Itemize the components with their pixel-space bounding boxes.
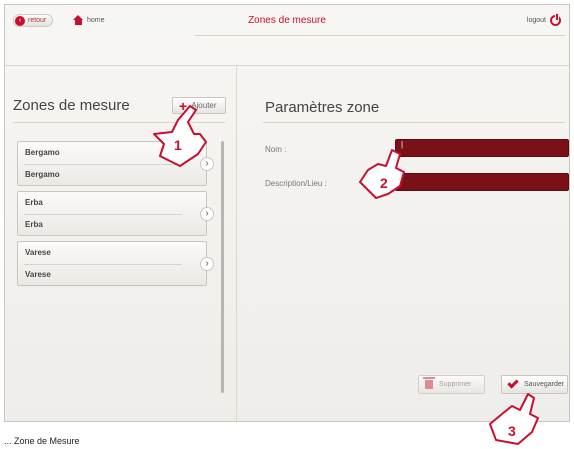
zone-separator	[24, 264, 182, 265]
zone-params-title: Paramètres zone	[265, 99, 380, 116]
callout-number-2: 2	[380, 175, 388, 191]
zone-description: Varese	[25, 270, 51, 279]
power-icon	[550, 13, 561, 26]
name-label: Nom :	[265, 145, 287, 154]
zone-separator	[24, 214, 182, 215]
chevron-right-icon[interactable]: ›	[200, 257, 214, 271]
top-bar: ‹ retour home Zones de mesure logout	[5, 5, 569, 35]
right-header-line	[263, 122, 565, 123]
name-field[interactable]: |	[395, 139, 569, 157]
zone-name: Erba	[25, 198, 43, 207]
header-divider	[195, 35, 565, 36]
scrollbar[interactable]	[221, 141, 224, 393]
logout-button[interactable]: logout	[526, 13, 561, 26]
zones-title: Zones de mesure	[13, 97, 130, 114]
callout-hand-3: 3	[489, 393, 539, 445]
description-field[interactable]	[395, 173, 569, 191]
footer-caption: ... Zone de Mesure	[4, 436, 80, 446]
delete-label: Supprimer	[439, 381, 472, 388]
delete-button[interactable]: Supprimer	[418, 375, 485, 394]
callout-hand-2: 2	[359, 149, 405, 199]
zone-name: Varese	[25, 248, 51, 257]
page-title: Zones de mesure	[248, 15, 326, 26]
zone-description: Erba	[25, 220, 43, 229]
section-divider	[5, 65, 569, 66]
chevron-right-icon[interactable]: ›	[200, 207, 214, 221]
callout-hand-1: 1	[153, 105, 207, 167]
callout-number-3: 3	[508, 423, 516, 439]
column-divider	[236, 65, 237, 423]
zone-item[interactable]: Varese Varese ›	[17, 241, 214, 286]
zone-description: Bergamo	[25, 170, 60, 179]
callout-number-1: 1	[174, 137, 182, 153]
description-label: Description/Lieu :	[265, 179, 327, 188]
app-window: ‹ retour home Zones de mesure logout Zon…	[4, 4, 570, 423]
zone-item[interactable]: Erba Erba ›	[17, 191, 214, 236]
zone-name: Bergamo	[25, 148, 60, 157]
logout-label: logout	[526, 17, 546, 24]
trash-icon	[423, 377, 435, 389]
